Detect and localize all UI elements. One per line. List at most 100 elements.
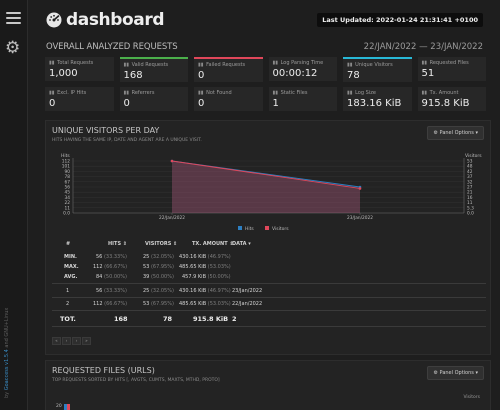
hits-cell: 56 (33.33%) [96,254,127,260]
card-static-files: ▮▮ Static Files 1 [268,87,337,111]
row-index: 1 [66,288,70,294]
tx-cell: 430.16 KiB (46.97%) [179,288,231,294]
table-divider [52,310,486,311]
panel-subtitle: TOP REQUESTS SORTED BY HITS [, AVGTS, CU… [52,378,220,383]
visitors-cell: 25 (32.05%) [143,254,174,260]
visitors-cell: 53 (67.95%) [143,264,174,270]
card-unique-visitors: ▮▮ Unique Visitors 78 [343,57,412,82]
table-row-avg: AVG. 84 (50.00%) 39 (50.00%) 457.9 KiB (… [46,272,492,282]
tx-cell: 430.16 KiB (46.97%) [179,254,231,260]
last-page-button[interactable]: » [82,337,91,345]
card-value: 51 [421,68,435,79]
right-tick-label: 37 [467,174,473,180]
table-total-row: TOT. 168 78 915.8 KiB 2 [46,312,492,324]
col-tx-amount[interactable]: TX. AMOUNT ⇕ [192,241,234,247]
card-value: 0 [49,98,56,109]
card-label: ▮▮ Log Parsing Time [272,60,324,66]
card-value: 183.16 KiB [347,98,402,109]
right-tick-label: 32 [467,179,473,185]
col-data[interactable]: DATA ▾ [232,241,251,247]
left-tick-label: 22 [65,200,71,206]
legend-label-visitors: Visitors [272,226,289,232]
bar-chart-icon: ▮▮ [198,62,204,68]
right-tick-label: 5.3 [467,205,474,211]
hits-cell: 56 (33.33%) [96,288,127,294]
total-tx: 915.8 KiB [193,315,229,323]
next-page-button[interactable]: › [72,337,81,345]
card-value: 00:00:12 [272,68,318,79]
panel-options-button[interactable]: ⚙ Panel Options ▾ [427,126,484,140]
col-index: # [66,241,71,247]
left-tick-label: 56 [65,185,71,191]
app-title: dashboard [66,10,165,30]
first-page-button[interactable]: « [52,337,61,345]
panel-options-button[interactable]: ⚙ Panel Options ▾ [427,366,484,380]
visitors-point [358,187,362,190]
card-value: 1 [272,98,279,109]
total-label: TOT. [60,315,76,323]
bar-chart-icon: ▮▮ [49,60,55,66]
right-tick-label: 16 [467,195,473,201]
legend-label-hits: Hits [245,226,254,232]
card-value: 1,000 [49,68,78,79]
card-label: ▮▮ Failed Requests [198,62,246,68]
right-tick-label: 53 [467,159,473,165]
x-tick-label: 23/Jan/2022 [347,215,373,221]
card-log-size: ▮▮ Log Size 183.16 KiB [343,87,412,111]
credit-link[interactable]: Goaccess v1.5.4 [4,349,10,390]
table-divider [52,297,486,298]
card-label: ▮▮ Tx. Amount [421,90,459,96]
card-requested-files: ▮▮ Requested Files 51 [417,57,486,81]
date-range[interactable]: 22/JAN/2022 — 23/JAN/2022 [364,42,483,52]
card-valid-requests: ▮▮ Valid Requests 168 [119,57,188,82]
data-cell: 22/Jan/2022 [232,301,263,307]
right-tick-label: 11 [467,200,473,206]
credit-suffix: and GNU+Linux [4,307,10,350]
card-excl-ip-hits: ▮▮ Excl. IP Hits 0 [45,87,114,111]
col-hits[interactable]: HITS ⇕ [108,241,127,247]
bar-chart-icon: ▮▮ [272,60,279,66]
table-divider [52,326,486,327]
row-label: MIN. [64,254,77,260]
col-visitors[interactable]: VISITORS ⇕ [145,241,177,247]
left-tick-label: 90 [65,169,71,175]
hits-cell: 112 (66.67%) [93,301,128,307]
visitors-chart: 0.0 0.011 5.322 1134 1645 2156 2767 3278 3790 421… [61,153,482,232]
card-value: 78 [347,70,360,81]
bar-chart-icon: ▮▮ [123,90,130,96]
tx-cell: 485.65 KiB (53.03%) [179,264,231,270]
hits-cell: 112 (66.67%) [93,264,128,270]
card-log-parsing-time: ▮▮ Log Parsing Time 00:00:12 [268,57,337,81]
card-total-requests: ▮▮ Total Requests 1,000 [45,57,114,81]
visitors-cell: 39 (50.00%) [143,274,174,280]
gear-icon[interactable]: ⚙ [5,40,20,57]
left-tick-label: 34 [65,195,71,201]
bar-chart-icon: ▮▮ [49,90,55,96]
requested-files-panel: REQUESTED FILES (URLS) TOP REQUESTS SORT… [45,360,491,410]
table-row[interactable]: 2 112 (66.67%) 53 (67.95%) 485.65 KiB (5… [46,299,492,309]
left-tick-label: 112 [62,159,70,165]
last-updated-badge: Last Updated: 2022-01-24 21:31:41 +0100 [317,13,483,27]
prev-page-button[interactable]: ‹ [62,337,71,345]
bar-chart-icon: ▮▮ [421,90,428,96]
visitors-point [170,159,174,163]
table-header: # HITS ⇕ VISITORS ⇕ TX. AMOUNT ⇕ DATA ▾ [46,238,492,250]
card-referrers: ▮▮ Referrers 0 [119,87,188,111]
panel-title: REQUESTED FILES (URLS) [52,366,155,375]
overview-title: OVERALL ANALYZED REQUESTS [46,42,178,52]
card-value: 168 [123,70,143,81]
legend-swatch-hits [238,226,242,230]
hits-cell: 84 (50.00%) [96,274,127,280]
card-label: ▮▮ Referrers [123,90,155,96]
files-chart-first-tick: 20 [56,404,62,409]
tx-cell: 485.65 KiB (53.03%) [179,301,231,307]
visitors-area [172,161,360,213]
menu-icon[interactable] [6,12,21,25]
panel-title: UNIQUE VISITORS PER DAY [52,126,160,135]
panel-subtitle: HITS HAVING THE SAME IP, DATE AND AGENT … [52,138,202,143]
card-failed-requests: ▮▮ Failed Requests 0 [194,57,263,82]
card-value: 915.8 KiB [421,98,470,109]
x-tick-label: 22/Jan/2022 [159,215,185,221]
table-row[interactable]: 1 56 (33.33%) 25 (32.05%) 430.16 KiB (46… [46,286,492,296]
right-tick-label: 48 [467,164,473,170]
